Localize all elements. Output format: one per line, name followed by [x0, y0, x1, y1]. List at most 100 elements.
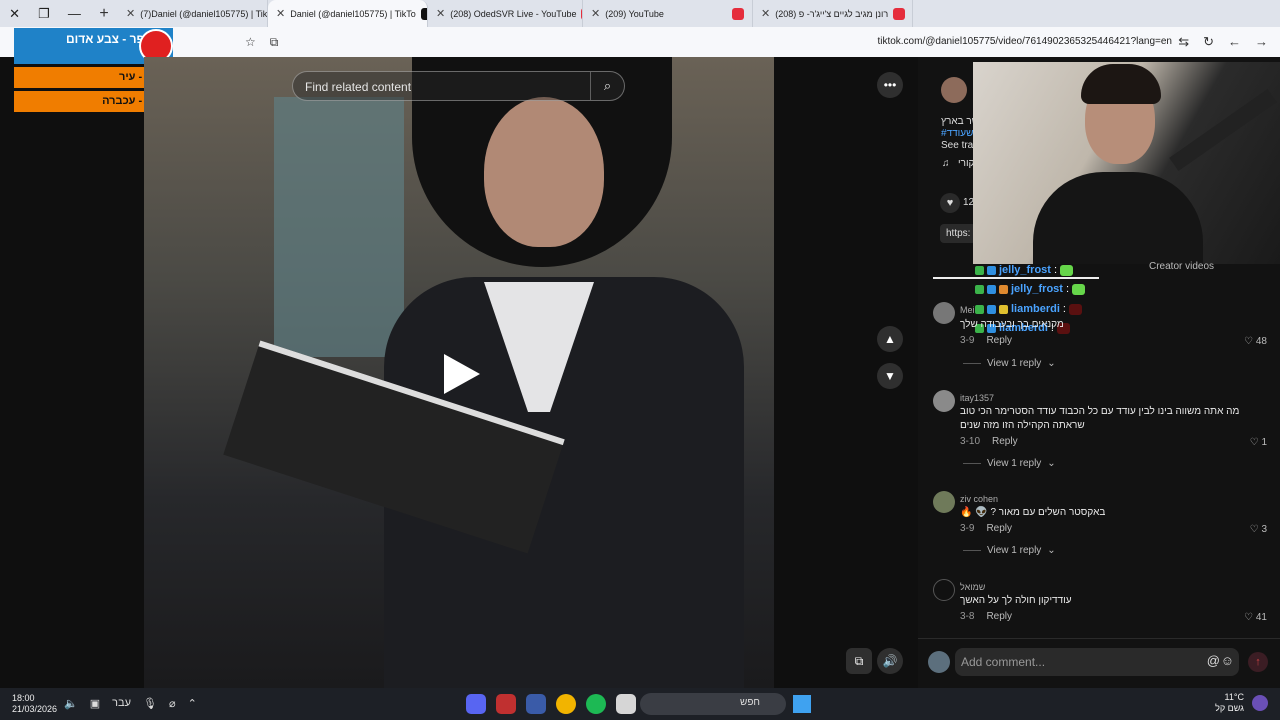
play-icon[interactable] — [444, 354, 480, 394]
notification-icon[interactable] — [1252, 695, 1268, 711]
search-icon[interactable]: ⌕ — [590, 72, 624, 100]
avatar[interactable] — [933, 302, 955, 324]
back-icon[interactable]: ← — [1228, 34, 1241, 50]
close-tab-icon[interactable]: ✕ — [126, 7, 135, 20]
comment-username[interactable]: שמואל — [960, 582, 985, 592]
comment-item: Mei מקנאים בך ובעבודה שלך 3-9 Reply ♡ 48… — [933, 302, 1273, 372]
close-tab-icon[interactable]: ✕ — [591, 7, 600, 20]
reply-button[interactable]: Reply — [986, 611, 1012, 622]
translate-icon[interactable]: ⇆ — [1178, 34, 1189, 50]
comment-item: ziv cohen באקסטר השלים עם מאור ? 👽 🔥 3-9… — [933, 491, 1273, 561]
wifi-off-icon[interactable]: ⌀ — [169, 697, 176, 710]
like-heart-icon[interactable]: ♥ — [940, 193, 960, 213]
close-tab-icon[interactable]: ✕ — [436, 7, 445, 20]
tab-creator-videos[interactable]: Creator videos — [1149, 261, 1214, 272]
like-count: 48 — [1255, 336, 1267, 347]
site-settings-icon[interactable]: ⧉ — [270, 35, 279, 50]
mention-icon[interactable]: @ — [1207, 653, 1220, 668]
my-avatar — [928, 651, 950, 673]
like-count: 3 — [1261, 524, 1267, 535]
address-right-icons: ⇆ ↻ ← → — [1178, 34, 1268, 50]
browser-tab-bar: ✕ ❐ — + ✕ (7)Daniel (@daniel105775) | Ti… — [0, 0, 1280, 27]
file-explorer-icon[interactable] — [616, 694, 636, 714]
comment-likes[interactable]: ♡ 48 — [1244, 336, 1267, 347]
minimize-window-icon[interactable]: — — [68, 6, 81, 21]
comment-username[interactable]: itay1357 — [960, 393, 994, 403]
share-link-field[interactable]: https: — [940, 224, 977, 243]
windows-start-icon[interactable] — [793, 695, 811, 713]
related-search-input[interactable]: Find related content ⌕ — [292, 71, 625, 101]
like-count: 1 — [1261, 437, 1267, 448]
weather-desc: גשם קל — [1215, 703, 1244, 713]
tab-2[interactable]: ✕ (208) OdedSVR Live - YouTube — [428, 0, 583, 27]
reply-button[interactable]: Reply — [986, 335, 1012, 346]
mic-arm — [1169, 89, 1277, 171]
like-count: 41 — [1255, 612, 1267, 623]
send-icon[interactable]: ↑ — [1248, 652, 1268, 672]
chat-username: jelly_frost — [999, 264, 1051, 276]
close-tab-icon[interactable]: ✕ — [276, 7, 285, 20]
comment-text: מה אתה משווה בינו לבין עודד עם כל הכבוד … — [960, 406, 1240, 431]
tab-0[interactable]: ✕ (7)Daniel (@daniel105775) | Tik — [118, 0, 268, 27]
apps-grid-icon[interactable] — [526, 694, 546, 714]
comment-username[interactable]: Mei — [960, 305, 975, 315]
reply-button[interactable]: Reply — [992, 436, 1018, 447]
badge-icon — [975, 265, 984, 275]
more-options-icon[interactable]: ••• — [877, 72, 903, 98]
emote-icon — [1060, 264, 1074, 276]
view-replies-button[interactable]: View 1 reply ⌄ — [963, 545, 1056, 556]
bookmark-star-icon[interactable]: ☆ — [245, 35, 256, 50]
streamer-webcam — [973, 62, 1280, 264]
system-clock[interactable]: 18:00 21/03/2026 — [12, 693, 57, 715]
tab-3[interactable]: ✕ (209) YouTube — [583, 0, 753, 27]
emoji-icon[interactable]: ☺ — [1221, 653, 1234, 668]
avatar[interactable] — [933, 390, 955, 412]
author-avatar[interactable] — [941, 77, 967, 103]
restore-window-icon[interactable]: ❐ — [38, 6, 50, 22]
chrome-icon[interactable] — [556, 694, 576, 714]
mic-icon[interactable]: 🎙 — [143, 697, 157, 710]
next-video-icon[interactable]: ▼ — [877, 363, 903, 389]
search-placeholder: Find related content — [305, 80, 412, 94]
volume-icon[interactable]: 🔊 — [877, 648, 903, 674]
tab-4[interactable]: ✕ (208) רונן מגיב לגיים צ'ייג'ר- פ — [753, 0, 913, 27]
comment-likes[interactable]: ♡ 1 — [1250, 437, 1267, 448]
language-indicator[interactable]: עבר — [112, 697, 131, 710]
picture-in-picture-icon[interactable]: ⧉ — [846, 648, 872, 674]
view-replies-label: View 1 reply — [987, 358, 1042, 369]
comment-username[interactable]: ziv cohen — [960, 494, 998, 504]
hashtag-link[interactable]: #שעודד — [941, 128, 973, 139]
comment-item: itay1357 מה אתה משווה בינו לבין עודד עם … — [933, 390, 1273, 475]
close-window-icon[interactable]: ✕ — [9, 6, 20, 22]
avatar[interactable] — [933, 491, 955, 513]
discord-icon[interactable] — [466, 694, 486, 714]
url-field[interactable]: tiktok.com/@daniel105775/video/761490236… — [877, 36, 1172, 47]
view-replies-label: View 1 reply — [987, 545, 1042, 556]
window-controls: ✕ ❐ — — [0, 6, 90, 22]
spotify-icon[interactable] — [586, 694, 606, 714]
comment-input[interactable]: Add comment... — [955, 648, 1239, 676]
weather-widget[interactable]: 11°C גשם קל — [1215, 692, 1244, 714]
reply-button[interactable]: Reply — [986, 523, 1012, 534]
music-label[interactable]: קורי — [958, 158, 974, 169]
comment-likes[interactable]: ♡ 3 — [1250, 524, 1267, 535]
reload-icon[interactable]: ↻ — [1203, 34, 1214, 50]
taskbar-search[interactable]: חפש — [640, 693, 786, 715]
tab-1[interactable]: ✕ Daniel (@daniel105775) | TikTo — [268, 0, 428, 27]
comment-likes[interactable]: ♡ 41 — [1244, 612, 1267, 623]
comment-date: 3-8 — [960, 611, 975, 622]
add-comment-bar: Add comment... @ ☺ ↑ — [918, 638, 1280, 688]
avatar[interactable] — [933, 579, 955, 601]
see-translation-link[interactable]: See tra — [941, 140, 973, 151]
speaker-icon[interactable]: 🔈 — [64, 697, 78, 710]
forward-icon[interactable]: → — [1255, 34, 1268, 50]
network-icon[interactable]: ▣ — [90, 697, 100, 710]
new-tab-button[interactable]: + — [90, 5, 118, 23]
chevron-up-icon[interactable]: ⌃ — [188, 697, 197, 710]
view-replies-button[interactable]: View 1 reply ⌄ — [963, 458, 1056, 469]
close-tab-icon[interactable]: ✕ — [761, 7, 770, 20]
previous-video-icon[interactable]: ▲ — [877, 326, 903, 352]
view-replies-button[interactable]: View 1 reply ⌄ — [963, 358, 1056, 369]
streamer-hair — [1081, 64, 1161, 104]
app-icon[interactable] — [496, 694, 516, 714]
